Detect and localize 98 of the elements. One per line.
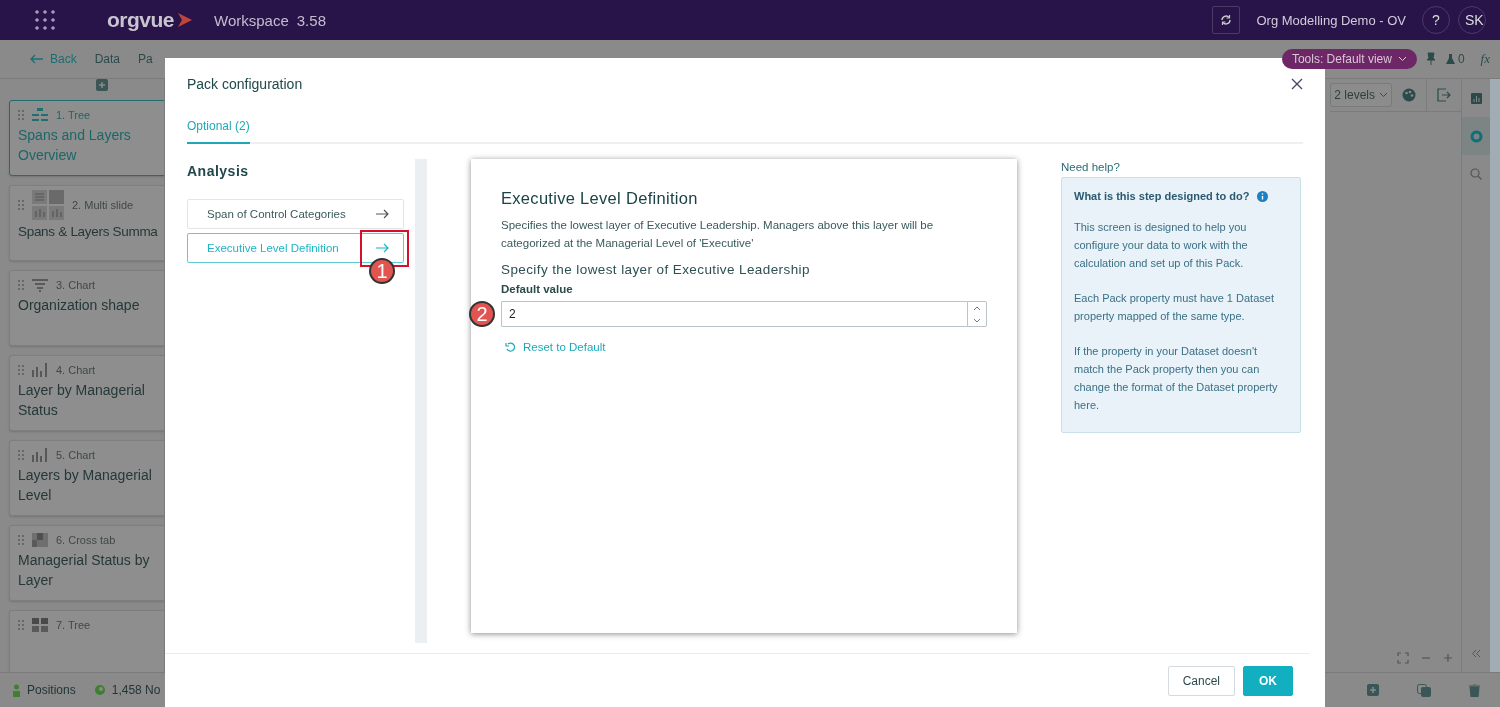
drag-handle-icon[interactable] bbox=[18, 535, 24, 545]
view-dropdown[interactable]: Tools: Default view bbox=[1281, 49, 1417, 69]
menu-item[interactable]: Pa bbox=[138, 52, 153, 66]
slide-type-label: 1. Tree bbox=[56, 109, 91, 121]
trash-icon[interactable] bbox=[1469, 683, 1480, 697]
slide-type-label: 2. Multi slide bbox=[72, 199, 134, 211]
palette-icon[interactable] bbox=[1402, 88, 1416, 102]
scrollbar[interactable] bbox=[1490, 79, 1500, 672]
slide-type-label: 5. Chart bbox=[56, 449, 96, 461]
node-icon bbox=[93, 684, 106, 696]
reset-link[interactable]: Reset to Default bbox=[501, 341, 606, 353]
number-input[interactable]: 2 bbox=[501, 301, 967, 327]
apps-grid-icon[interactable] bbox=[35, 10, 55, 30]
heatmap-icon bbox=[32, 533, 48, 547]
info-icon bbox=[1257, 190, 1269, 202]
back-arrow-icon bbox=[30, 54, 44, 64]
add-icon[interactable] bbox=[95, 79, 108, 91]
sync-icon bbox=[1220, 14, 1233, 26]
multi-slide-icon bbox=[32, 190, 64, 220]
step-marker: 2 bbox=[469, 301, 495, 327]
hierarchy-icon bbox=[32, 108, 48, 122]
app-logo-text: orgvue bbox=[107, 8, 174, 32]
collapse-icon[interactable] bbox=[1471, 648, 1481, 658]
drag-handle-icon[interactable] bbox=[18, 280, 24, 290]
slide-card[interactable]: 7. Tree bbox=[9, 610, 164, 672]
step-button[interactable]: Executive Level Definition bbox=[187, 233, 404, 263]
section-heading: Analysis bbox=[187, 163, 250, 179]
question-heading: Specify the lowest layer of Executive Leadership bbox=[501, 262, 811, 277]
drag-handle-icon[interactable] bbox=[18, 365, 24, 375]
help-title: What is this step designed to do? bbox=[1074, 190, 1250, 202]
slide-title: Spans and Layers Overview bbox=[18, 126, 132, 165]
slide-card[interactable]: 5. Chart Layers by Managerial Level bbox=[9, 440, 164, 516]
undo-icon bbox=[505, 342, 515, 352]
drag-handle-icon[interactable] bbox=[18, 450, 24, 460]
slide-type-label: 4. Chart bbox=[56, 364, 96, 376]
stepper[interactable] bbox=[967, 301, 987, 327]
help-heading: Need help? bbox=[1061, 161, 1121, 173]
ring-icon[interactable] bbox=[1469, 129, 1483, 143]
bar-chart-icon bbox=[32, 448, 48, 462]
status-label: 1,458 No bbox=[111, 683, 161, 697]
step-marker: 1 bbox=[369, 258, 395, 284]
status-label: Positions bbox=[27, 683, 76, 697]
project-name[interactable]: Org Modelling Demo - OV bbox=[1256, 12, 1406, 28]
logo-mark-icon bbox=[176, 11, 194, 29]
slide-card[interactable]: 3. Chart Organization shape bbox=[9, 270, 164, 346]
fullscreen-icon[interactable] bbox=[1397, 652, 1409, 664]
slide-card[interactable]: 6. Cross tab Managerial Status by Layer bbox=[9, 525, 164, 601]
workspace-label: Workspace bbox=[214, 11, 289, 29]
slide-title: Spans & Layers Summa bbox=[18, 223, 158, 241]
person-icon bbox=[12, 683, 21, 697]
flask-count: 0 bbox=[1457, 52, 1465, 66]
tab[interactable]: Optional (2) bbox=[187, 119, 250, 144]
caret-icon bbox=[1379, 92, 1388, 98]
add-icon[interactable] bbox=[1367, 684, 1379, 696]
close-icon[interactable] bbox=[1291, 78, 1303, 90]
help-paragraph: This screen is designed to help you configure your data to work with the calculation and set up of this Pack. bbox=[1074, 220, 1249, 271]
slide-type-label: 6. Cross tab bbox=[56, 534, 116, 546]
zoom-in-icon[interactable] bbox=[1443, 653, 1453, 663]
version-label: 3.58 bbox=[296, 11, 326, 29]
step-button[interactable]: Span of Control Categories bbox=[187, 199, 404, 229]
slide-type-label: 3. Chart bbox=[56, 279, 96, 291]
help-paragraph: If the property in your Dataset doesn't match the Pack property then you can change the format of the Dataset property here. bbox=[1074, 344, 1279, 413]
arrow-right-icon bbox=[376, 243, 389, 253]
drag-handle-icon[interactable] bbox=[18, 620, 24, 630]
arrow-right-icon bbox=[376, 209, 389, 219]
sync-button[interactable] bbox=[1212, 6, 1241, 34]
step-title: Executive Level Definition bbox=[501, 189, 699, 208]
dialog-title: Pack configuration bbox=[187, 76, 303, 92]
cancel-button[interactable]: Cancel bbox=[1167, 665, 1235, 696]
drag-handle-icon[interactable] bbox=[18, 200, 24, 210]
pin-icon[interactable] bbox=[1424, 52, 1437, 66]
duplicate-icon[interactable] bbox=[1417, 683, 1431, 697]
menu-item[interactable]: Data bbox=[94, 52, 121, 66]
slide-card[interactable]: 1. Tree Spans and Layers Overview bbox=[9, 100, 164, 176]
slide-card[interactable]: 4. Chart Layer by Managerial Status bbox=[9, 355, 164, 431]
caret-icon bbox=[1397, 56, 1407, 62]
slide-title: Managerial Status by Layer bbox=[18, 551, 151, 590]
decrement-icon[interactable] bbox=[973, 317, 981, 323]
slide-type-label: 7. Tree bbox=[56, 619, 91, 631]
grid-icon bbox=[32, 618, 48, 632]
increment-icon[interactable] bbox=[973, 305, 981, 311]
flask-icon[interactable] bbox=[1444, 53, 1456, 65]
funnel-chart-icon bbox=[32, 278, 48, 292]
slide-title: Layers by Managerial Level bbox=[18, 466, 153, 505]
step-description: Specifies the lowest layer of Executive Leadership. Managers above this layer will be categorized at the Managerial Level of 'Executive' bbox=[501, 218, 935, 251]
formula-button[interactable]: fx bbox=[1480, 51, 1490, 67]
ok-button[interactable]: OK bbox=[1243, 665, 1293, 696]
slide-card[interactable]: 2. Multi slide Spans & Layers Summa bbox=[9, 185, 164, 261]
levels-dropdown[interactable]: 2 levels bbox=[1330, 83, 1392, 107]
chart-icon[interactable] bbox=[1470, 92, 1482, 104]
slide-title: Organization shape bbox=[18, 296, 141, 315]
search-icon[interactable] bbox=[1470, 168, 1482, 180]
export-icon[interactable] bbox=[1437, 88, 1451, 102]
help-paragraph: Each Pack property must have 1 Dataset property mapped of the same type. bbox=[1074, 291, 1275, 324]
drag-handle-icon[interactable] bbox=[18, 110, 24, 120]
slide-title: Layer by Managerial Status bbox=[18, 381, 146, 420]
bar-chart-icon bbox=[32, 363, 48, 377]
field-label: Default value bbox=[501, 283, 574, 295]
